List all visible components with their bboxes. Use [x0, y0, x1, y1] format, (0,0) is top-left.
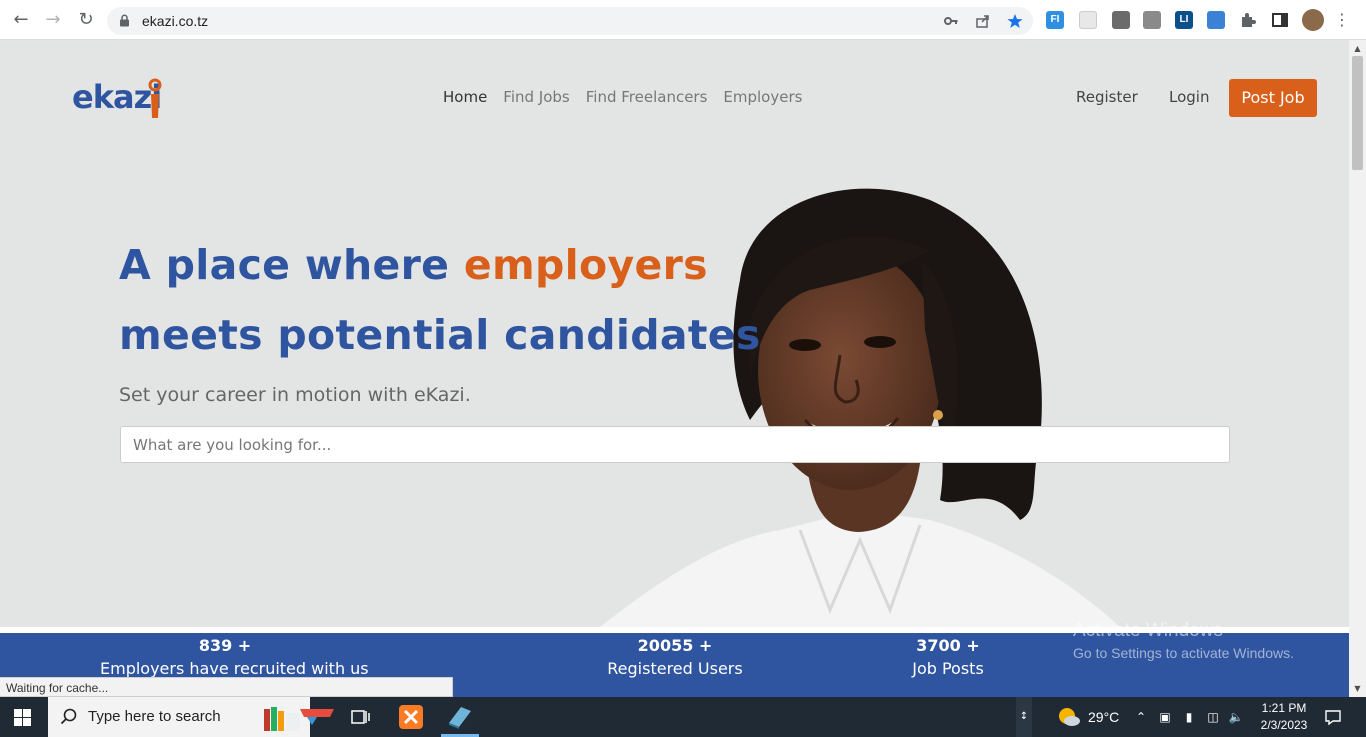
extension-tools-icon[interactable] — [1112, 11, 1130, 29]
register-link[interactable]: Register — [1076, 88, 1138, 106]
main-navigation: Home Find Jobs Find Freelancers Employer… — [443, 88, 802, 110]
weather-temperature[interactable]: 29°C — [1088, 709, 1119, 725]
page-scrollbar[interactable]: ▲ ▼ — [1349, 40, 1366, 697]
windows-start-icon[interactable] — [14, 709, 31, 726]
windows-taskbar: Type here to search ↕ 29°C ⌃ ▣ ▮ ◫ 🔈 1:2… — [0, 697, 1366, 737]
clock-date: 2/3/2023 — [1260, 718, 1308, 732]
stat-jobs: 3700 + Job Posts — [888, 635, 1008, 681]
ekazi-logo[interactable]: ekazi — [72, 78, 172, 122]
taskbar-scroll-icon[interactable]: ↕ — [1016, 697, 1032, 737]
notifications-icon[interactable] — [1324, 708, 1342, 726]
activate-windows-watermark: Activate Windows Go to Settings to activ… — [1073, 620, 1294, 664]
scroll-up-icon[interactable]: ▲ — [1353, 44, 1362, 53]
tray-chevron-up-icon[interactable]: ⌃ — [1133, 709, 1149, 725]
stat-employers-value: 839 + — [198, 636, 252, 655]
tray-battery-icon[interactable]: ▮ — [1181, 709, 1197, 725]
scroll-down-icon[interactable]: ▼ — [1353, 684, 1362, 693]
extension-save-icon[interactable] — [1207, 11, 1225, 29]
headline-part2: meets potential candidates — [119, 311, 761, 359]
stat-users: 20055 + Registered Users — [600, 635, 750, 681]
hero-headline: A place where employers meets potential … — [119, 230, 761, 370]
task-view-icon[interactable] — [346, 703, 374, 731]
share-icon[interactable] — [975, 13, 991, 29]
app-book-icon[interactable] — [445, 703, 473, 731]
side-panel-icon[interactable] — [1271, 11, 1289, 29]
nav-find-jobs[interactable]: Find Jobs — [503, 88, 569, 110]
key-icon[interactable] — [943, 13, 959, 29]
xampp-icon[interactable] — [397, 703, 425, 731]
nav-home[interactable]: Home — [443, 88, 487, 110]
taskbar-search-text: Type here to search — [88, 708, 221, 725]
browser-status-bubble: Waiting for cache... — [0, 677, 453, 697]
stat-users-value: 20055 + — [637, 636, 713, 655]
extensions-puzzle-icon[interactable] — [1239, 11, 1257, 29]
browser-toolbar: ← → ↻ ekazi.co.tz FI LI ⋮ — [0, 0, 1366, 40]
stat-jobs-value: 3700 + — [916, 636, 980, 655]
headline-part1: A place where — [119, 241, 464, 289]
tray-meet-icon[interactable]: ▣ — [1157, 709, 1173, 725]
activate-subtitle: Go to Settings to activate Windows. — [1073, 645, 1294, 661]
webpage: ekazi Home Find Jobs Find Freelancers Em… — [0, 40, 1349, 697]
forward-icon[interactable]: → — [42, 9, 64, 31]
login-link[interactable]: Login — [1169, 88, 1209, 106]
hero-subtext: Set your career in motion with eKazi. — [119, 384, 471, 406]
extension-fi-icon[interactable]: FI — [1046, 11, 1064, 29]
tray-network-icon[interactable]: ◫ — [1205, 709, 1221, 725]
weather-icon[interactable] — [1057, 706, 1081, 728]
extension-grid-icon[interactable] — [1079, 11, 1097, 29]
stat-jobs-label: Job Posts — [912, 659, 984, 678]
search-icon — [60, 708, 77, 725]
nav-find-freelancers[interactable]: Find Freelancers — [586, 88, 708, 110]
stat-employers: 839 + Employers have recruited with us — [100, 635, 369, 681]
stat-users-label: Registered Users — [607, 659, 743, 678]
headline-accent: employers — [463, 241, 708, 289]
job-search-input[interactable] — [120, 426, 1230, 463]
bookmark-star-icon[interactable] — [1007, 13, 1023, 29]
tray-volume-icon[interactable]: 🔈 — [1228, 709, 1244, 725]
clock-time: 1:21 PM — [1261, 701, 1307, 715]
reload-icon[interactable]: ↻ — [75, 9, 97, 31]
taskbar-clock[interactable]: 1:21 PM 2/3/2023 — [1256, 700, 1312, 734]
activate-title: Activate Windows — [1073, 620, 1223, 641]
menu-dots-icon[interactable]: ⋮ — [1331, 9, 1353, 31]
scroll-thumb[interactable] — [1352, 56, 1363, 170]
post-job-button[interactable]: Post Job — [1229, 79, 1317, 117]
address-bar[interactable]: ekazi.co.tz — [107, 7, 1033, 35]
profile-avatar[interactable] — [1302, 9, 1324, 31]
extension-copy-icon[interactable] — [1143, 11, 1161, 29]
nav-employers[interactable]: Employers — [723, 88, 802, 110]
url-text: ekazi.co.tz — [142, 13, 209, 29]
back-icon[interactable]: ← — [10, 9, 32, 31]
extension-li-icon[interactable]: LI — [1175, 11, 1193, 29]
taskbar-books-graphic — [264, 707, 334, 731]
logo-person-icon — [148, 78, 162, 118]
lock-icon — [120, 14, 129, 27]
